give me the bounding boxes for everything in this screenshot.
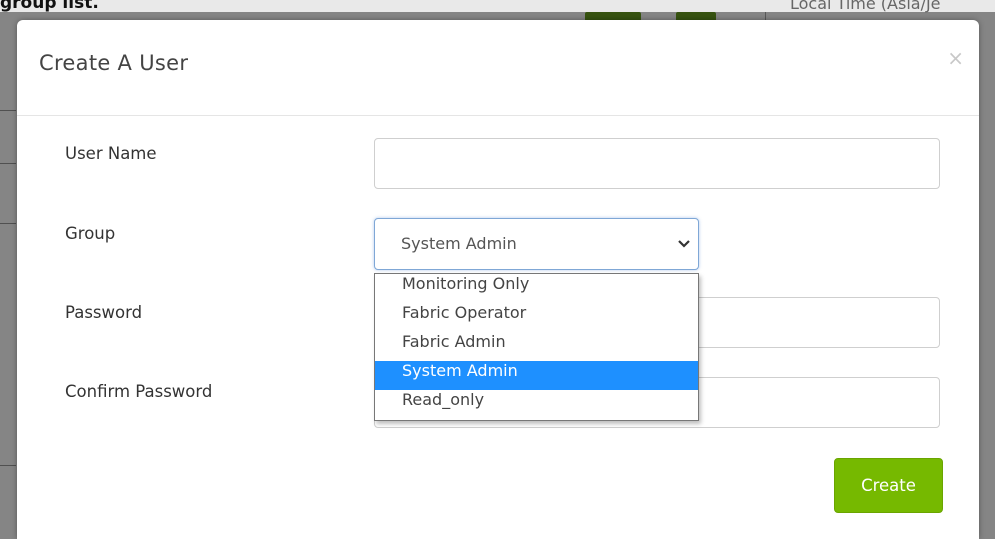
close-icon[interactable]: × [947, 46, 964, 70]
chevron-down-icon [678, 240, 690, 248]
group-option-fabric-admin[interactable]: Fabric Admin [375, 332, 698, 361]
group-select[interactable]: System Admin [374, 218, 699, 270]
dialog-header: Create A User × [17, 20, 979, 116]
dialog-title: Create A User [39, 51, 189, 75]
background-local-time: Local Time (Asia/Je [790, 0, 941, 13]
username-input[interactable] [374, 138, 940, 189]
group-option-monitoring-only[interactable]: Monitoring Only [375, 274, 698, 303]
group-option-read-only[interactable]: Read_only [375, 390, 698, 419]
password-label: Password [65, 303, 143, 322]
username-label: User Name [65, 144, 157, 163]
group-option-system-admin[interactable]: System Admin [375, 361, 698, 390]
group-label: Group [65, 224, 116, 243]
create-user-dialog: Create A User × User Name Group System A… [17, 20, 979, 539]
create-button[interactable]: Create [834, 458, 943, 513]
group-dropdown-list: Monitoring Only Fabric Operator Fabric A… [374, 273, 699, 421]
group-select-value: System Admin [401, 234, 517, 253]
background-caption: group list. [0, 0, 99, 13]
group-option-fabric-operator[interactable]: Fabric Operator [375, 303, 698, 332]
confirm-password-label: Confirm Password [65, 382, 213, 401]
